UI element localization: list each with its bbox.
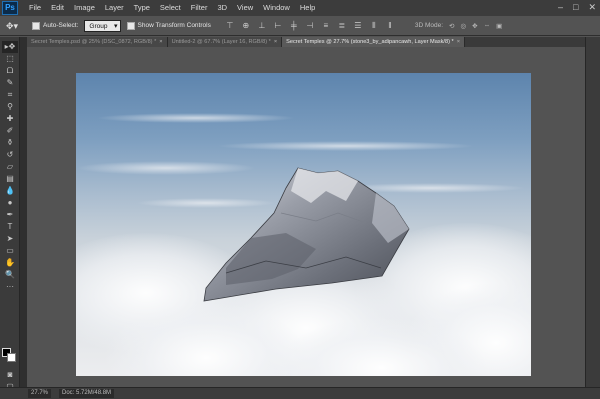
pen-tool-icon[interactable]: ✒ <box>2 209 18 221</box>
menu-bar: Ps File Edit Image Layer Type Select Fil… <box>0 0 600 16</box>
3d-slide-icon[interactable]: ⇔ <box>484 22 491 29</box>
floating-rock <box>203 167 410 302</box>
tab-close-icon[interactable]: × <box>274 39 277 45</box>
menu-help[interactable]: Help <box>295 0 320 16</box>
tab-close-icon[interactable]: × <box>159 39 162 45</box>
align-hcenter-icon[interactable]: ╪ <box>289 21 299 31</box>
quick-select-icon[interactable]: ✎ <box>2 77 18 89</box>
window-controls: – □ ✕ <box>558 2 596 13</box>
type-tool-icon[interactable]: T <box>2 221 18 233</box>
zoom-level[interactable]: 27.7% <box>28 389 52 398</box>
tab-label: Untitled-2 @ 67.7% (Layer 16, RGB/8) * <box>171 39 271 45</box>
quick-mask-icon[interactable]: ◙ <box>2 369 18 381</box>
auto-select-checkbox[interactable]: Auto-Select: <box>32 21 79 30</box>
move-tool-preset-icon[interactable]: ✥▾ <box>6 19 26 33</box>
tab-close-icon[interactable]: × <box>457 39 460 45</box>
menu-layer[interactable]: Layer <box>100 0 129 16</box>
3d-pan-icon[interactable]: ✥ <box>472 22 477 30</box>
maximize-button[interactable]: □ <box>573 2 578 13</box>
tab-label: Secret Temples @ 27.7% (stone3_by_adipan… <box>286 39 454 45</box>
tab-label: Secret Temples.psd @ 25% (DSC_0872, RGB/… <box>31 39 157 45</box>
menu-file[interactable]: File <box>24 0 46 16</box>
blur-tool-icon[interactable]: 💧 <box>2 185 18 197</box>
hand-tool-icon[interactable]: ✋ <box>2 257 18 269</box>
eyedropper-icon[interactable]: ⚲ <box>2 101 18 113</box>
dodge-tool-icon[interactable]: ● <box>2 197 18 209</box>
history-brush-icon[interactable]: ↺ <box>2 149 18 161</box>
tab-secret-temples-psd[interactable]: Secret Temples.psd @ 25% (DSC_0872, RGB/… <box>27 37 168 47</box>
move-tool-icon[interactable]: ▸✥ <box>2 41 18 53</box>
3d-mode-label: 3D Mode: <box>414 22 444 29</box>
auto-select-dropdown[interactable]: Group <box>84 19 121 33</box>
menu-edit[interactable]: Edit <box>46 0 69 16</box>
clone-stamp-icon[interactable]: ⚱ <box>2 137 18 149</box>
crop-tool-icon[interactable]: ⌗ <box>2 89 18 101</box>
path-select-icon[interactable]: ➤ <box>2 233 18 245</box>
menu-image[interactable]: Image <box>69 0 100 16</box>
align-right-icon[interactable]: ⊣ <box>305 21 315 31</box>
close-window-button[interactable]: ✕ <box>588 2 596 13</box>
eraser-icon[interactable]: ▱ <box>2 161 18 173</box>
menu-select[interactable]: Select <box>155 0 186 16</box>
align-top-icon[interactable]: ⊤ <box>225 21 235 31</box>
menu-filter[interactable]: Filter <box>186 0 213 16</box>
show-transform-checkbox[interactable]: Show Transform Controls <box>126 21 211 30</box>
more-tools-icon[interactable]: ··· <box>2 281 18 293</box>
tools-panel: ▸✥ ⬚ ᗝ ✎ ⌗ ⚲ ✚ ✐ ⚱ ↺ ▱ ▤ 💧 ● ✒ T ➤ ▭ ✋ 🔍… <box>0 37 20 391</box>
right-panel-dock[interactable] <box>585 37 600 387</box>
3d-scale-icon[interactable]: ▣ <box>496 22 502 30</box>
background-color-swatch[interactable] <box>7 353 16 362</box>
marquee-tool-icon[interactable]: ⬚ <box>2 53 18 65</box>
panel-grip[interactable] <box>20 37 27 387</box>
gradient-tool-icon[interactable]: ▤ <box>2 173 18 185</box>
brush-tool-icon[interactable]: ✐ <box>2 125 18 137</box>
lasso-tool-icon[interactable]: ᗝ <box>2 65 18 77</box>
document-size[interactable]: Doc: 5.72M/48.8M <box>59 389 115 398</box>
status-bar: 27.7% Doc: 5.72M/48.8M <box>0 387 600 399</box>
minimize-button[interactable]: – <box>558 2 563 13</box>
align-left-icon[interactable]: ⊢ <box>273 21 283 31</box>
show-transform-box[interactable] <box>126 21 135 30</box>
photoshop-logo: Ps <box>2 1 18 15</box>
menu-type[interactable]: Type <box>129 0 155 16</box>
document-tab-bar: Secret Temples.psd @ 25% (DSC_0872, RGB/… <box>27 37 600 47</box>
shape-tool-icon[interactable]: ▭ <box>2 245 18 257</box>
distribute-center-icon[interactable]: ≣ <box>337 21 347 31</box>
distribute-left-icon[interactable]: ⦀ <box>369 21 379 31</box>
distribute-bottom-icon[interactable]: ☰ <box>353 21 363 31</box>
document-canvas[interactable] <box>76 73 531 376</box>
align-buttons: ⊤ ⊕ ⊥ ⊢ ╪ ⊣ ≡ ≣ ☰ ⦀ ‖ <box>225 21 395 31</box>
healing-brush-icon[interactable]: ✚ <box>2 113 18 125</box>
align-bottom-icon[interactable]: ⊥ <box>257 21 267 31</box>
show-transform-label: Show Transform Controls <box>137 22 211 29</box>
zoom-tool-icon[interactable]: 🔍 <box>2 269 18 281</box>
3d-mode-group: 3D Mode: ⟲ ◎ ✥ ⇔ ▣ <box>415 22 502 30</box>
distribute-right-icon[interactable]: ‖ <box>385 21 395 31</box>
menu-3d[interactable]: 3D <box>212 0 232 16</box>
options-bar: ✥▾ Auto-Select: Group Show Transform Con… <box>0 16 600 36</box>
3d-roll-icon[interactable]: ◎ <box>460 22 466 30</box>
menu-window[interactable]: Window <box>258 0 295 16</box>
3d-rotate-icon[interactable]: ⟲ <box>449 22 454 30</box>
align-vcenter-icon[interactable]: ⊕ <box>241 21 251 31</box>
tab-untitled-2[interactable]: Untitled-2 @ 67.7% (Layer 16, RGB/8) * × <box>167 37 283 47</box>
menu-view[interactable]: View <box>232 0 258 16</box>
tab-secret-temples-active[interactable]: Secret Temples @ 27.7% (stone3_by_adipan… <box>282 37 465 47</box>
distribute-top-icon[interactable]: ≡ <box>321 21 331 31</box>
auto-select-box[interactable] <box>32 21 40 30</box>
auto-select-label: Auto-Select: <box>43 22 79 29</box>
